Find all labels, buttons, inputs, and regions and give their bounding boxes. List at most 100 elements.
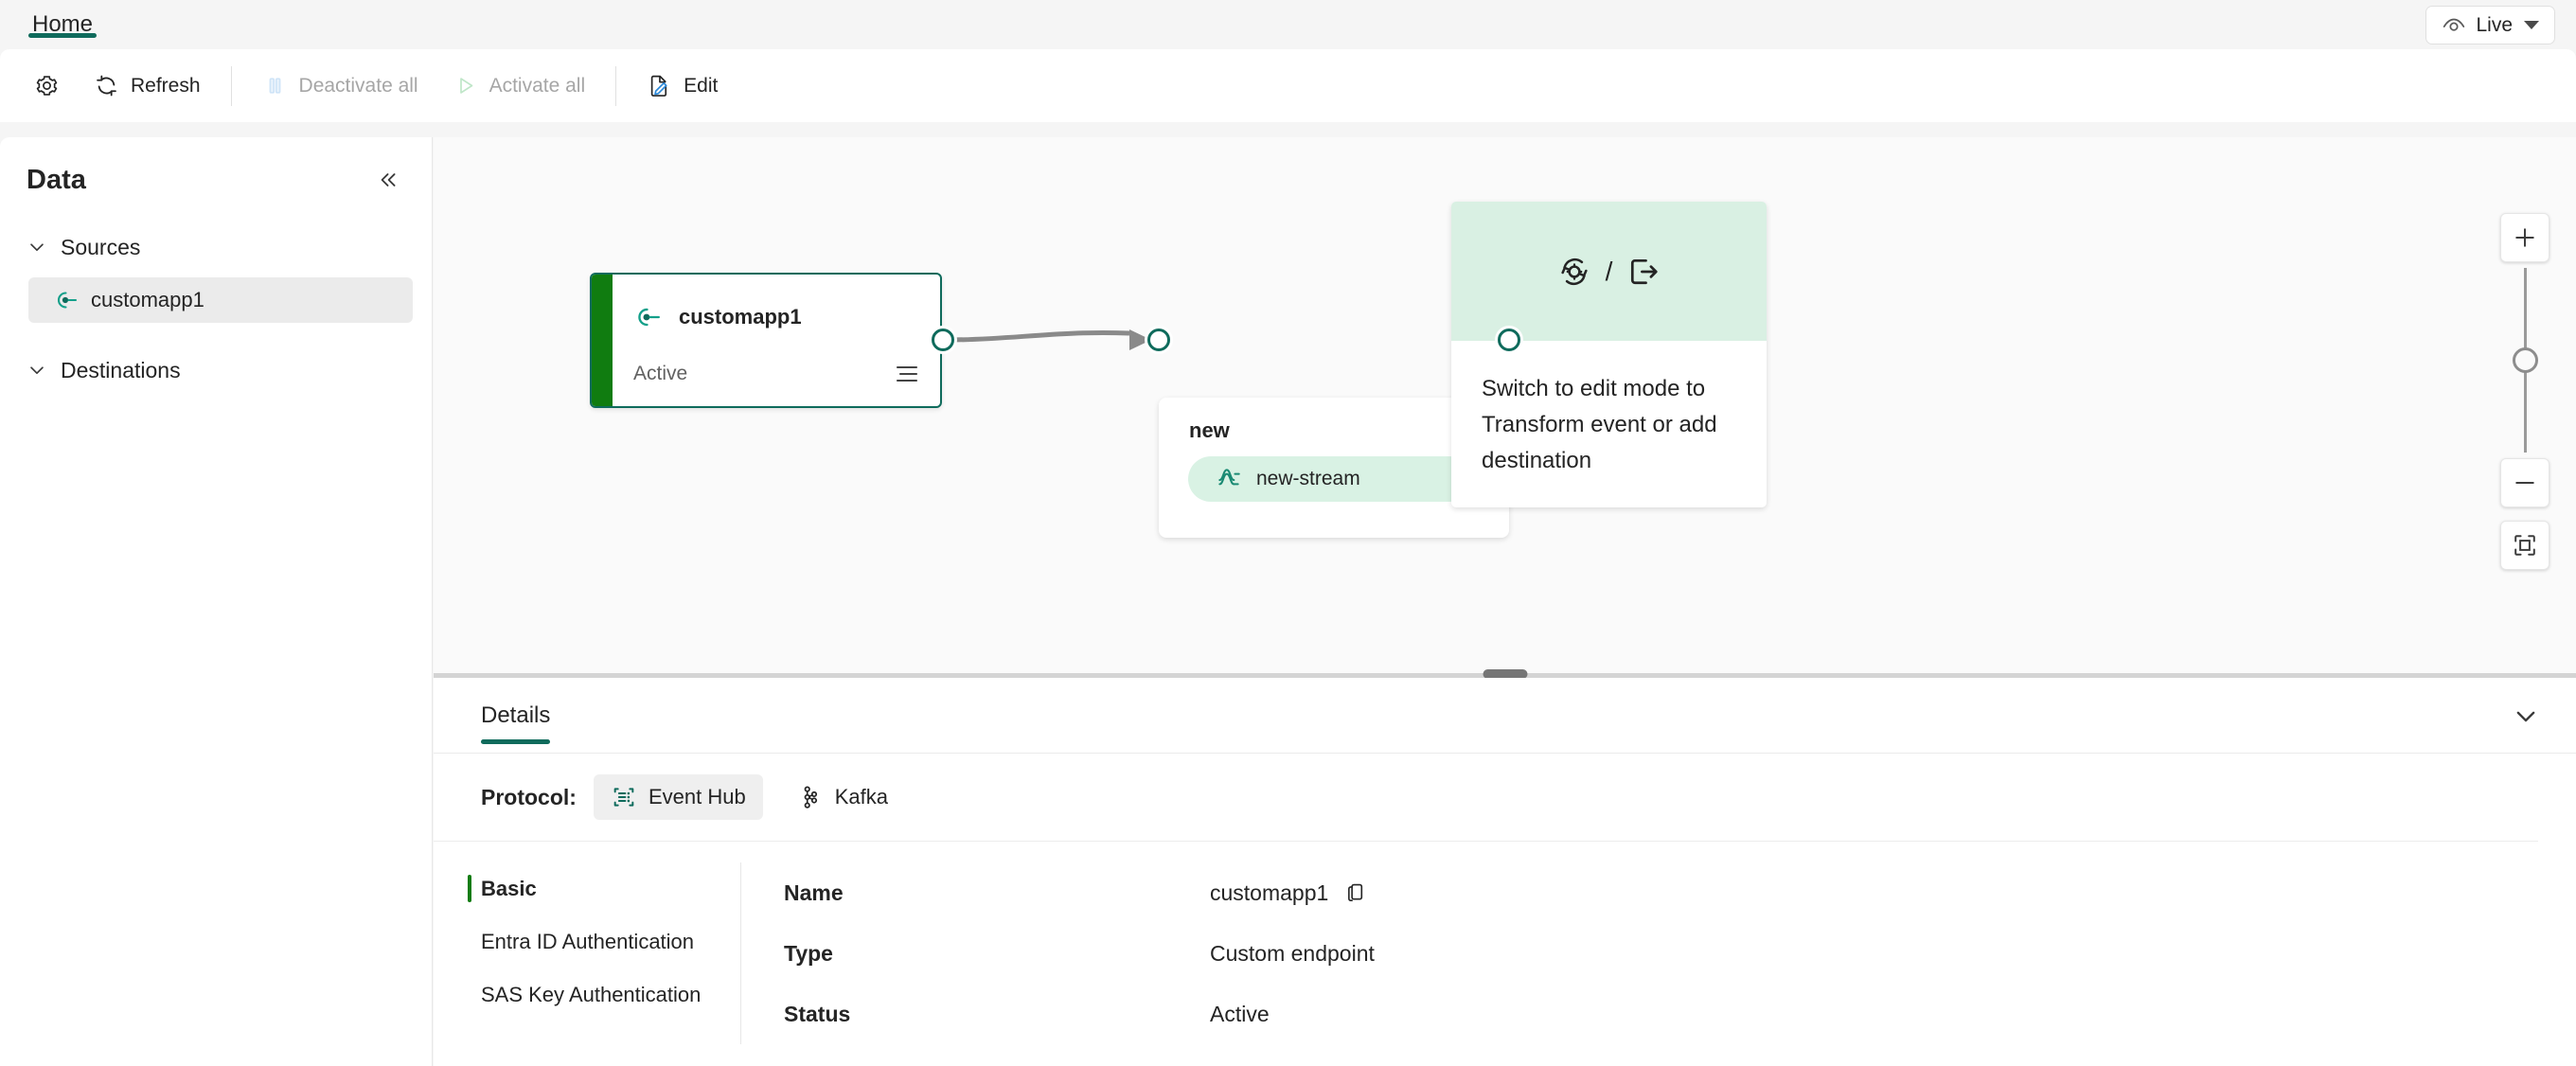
node-source-header: customapp1 [633,303,802,331]
sidebar-title: Data [27,164,86,195]
zoom-out-button[interactable] [2500,458,2549,507]
details-nav-item-sas-key-authentication[interactable]: SAS Key Authentication [481,968,740,1022]
protocol-label: Protocol: [481,784,577,809]
node-source-footer: Active [633,363,919,385]
protocol-option-kafka-label: Kafka [834,785,888,808]
details-field-status-value: Active [1210,1001,1270,1026]
protocol-option-event-hub[interactable]: Event Hub [593,774,763,820]
connection-handle-stream-output[interactable] [1495,326,1523,354]
node-source-title: customapp1 [679,305,802,329]
sidebar-group-sources[interactable]: Sources [0,226,432,268]
plus-icon [2515,228,2534,247]
eventstream-canvas[interactable]: customapp1 Active new new-stream / Switc… [434,137,2576,673]
details-nav-item-entra-id-label: Entra ID Authentication [481,930,695,953]
fit-to-screen-button[interactable] [2500,521,2549,570]
chevron-down-icon [30,243,44,252]
stream-pill-new-stream[interactable]: new-stream [1188,456,1472,502]
details-field-status: Status Active [784,984,2576,1044]
sidebar-header: Data [0,137,432,200]
eye-icon [2443,18,2465,31]
protocol-option-kafka[interactable]: Kafka [780,774,905,820]
chevron-down-icon [30,366,44,375]
copy-icon [1348,883,1363,902]
tab-details[interactable]: Details [481,678,551,754]
details-nav-item-sas-key-label: SAS Key Authentication [481,983,702,1006]
details-field-status-key: Status [784,1001,851,1026]
caret-down-icon [2524,21,2539,29]
connection-handle-stream-input[interactable] [1145,326,1173,354]
details-field-list: Name customapp1 Type Custom endpoint Sta… [741,862,2576,1044]
details-field-type-value: Custom endpoint [1210,940,1375,966]
details-field-type-key: Type [784,940,833,966]
play-icon [459,78,472,94]
hint-separator: / [1605,256,1613,286]
stream-pill-label: new-stream [1256,468,1360,489]
zoom-slider-thumb[interactable] [2513,347,2538,373]
settings-button[interactable] [17,62,77,110]
minus-icon [2515,482,2534,484]
node-active-stripe [592,275,613,406]
custom-endpoint-icon [638,308,660,327]
details-nav: Basic Entra ID Authentication SAS Key Au… [434,862,741,1044]
gear-icon [36,76,58,96]
tab-details-label: Details [481,702,551,728]
protocol-row: Protocol: Event Hub Kafka [434,754,2538,842]
refresh-label: Refresh [131,74,201,97]
hamburger-icon[interactable] [895,364,919,384]
refresh-icon [97,75,116,97]
tab-home-active-indicator [28,33,98,38]
tab-home[interactable]: Home [28,0,98,49]
details-field-name-value-wrap: customapp1 [1210,879,1370,907]
node-source-status: Active [633,363,688,384]
workspace: Data Sources customapp1 Destinations cus… [0,122,2576,1066]
details-header: Details [434,678,2576,754]
deactivate-all-label: Deactivate all [298,74,418,97]
details-nav-item-basic[interactable]: Basic [468,862,740,915]
edit-label: Edit [684,74,719,97]
live-mode-button[interactable]: Live [2425,6,2555,44]
canvas-node-edit-hint[interactable]: / Switch to edit mode to Transform event… [1451,202,1767,507]
details-nav-item-basic-label: Basic [481,877,537,900]
chevron-down-icon [2516,711,2535,721]
details-field-name-value: customapp1 [1210,879,1329,905]
sidebar-item-customapp1-label: customapp1 [91,288,204,311]
connection-handle-source-output[interactable] [929,326,957,354]
details-field-name-key: Name [784,879,844,905]
copy-name-button[interactable] [1341,879,1370,907]
details-panel: Details Protocol: Event Hub Kafka Basic … [434,678,2576,1066]
data-sidebar: Data Sources customapp1 Destinations [0,137,433,1066]
command-bar: Refresh Deactivate all Activate all Edit [0,49,2576,122]
sidebar-collapse-button[interactable] [367,160,407,200]
add-destination-icon [1631,258,1659,284]
sidebar-item-customapp1[interactable]: customapp1 [28,277,413,323]
kafka-icon [804,786,817,808]
chevron-double-left-icon [381,173,396,187]
tab-details-active-indicator [481,738,551,744]
sidebar-group-destinations-label: Destinations [61,357,181,382]
fit-to-screen-icon [2514,535,2535,556]
sidebar-group-destinations[interactable]: Destinations [0,349,432,391]
zoom-in-button[interactable] [2500,213,2549,262]
details-collapse-button[interactable] [2504,694,2548,737]
activate-all-button[interactable]: Activate all [435,62,603,110]
refresh-button[interactable]: Refresh [77,62,218,110]
live-mode-label: Live [2476,13,2513,36]
hint-text: Switch to edit mode to Transform event o… [1482,376,1717,473]
command-separator-1 [230,65,232,106]
details-field-name: Name customapp1 [784,862,2576,923]
event-hub-icon [613,788,634,807]
hint-icon-row: / [1451,202,1767,341]
tab-strip: Home Live [0,0,2576,49]
zoom-slider[interactable] [2500,268,2549,453]
activate-all-label: Activate all [489,74,586,97]
custom-endpoint-icon [58,292,78,309]
canvas-node-source-customapp1[interactable]: customapp1 Active [590,273,942,408]
details-nav-item-entra-id-authentication[interactable]: Entra ID Authentication [481,915,740,968]
zoom-controls [2500,213,2549,570]
command-separator-2 [615,65,617,106]
transform-event-icon [1560,258,1588,285]
deactivate-all-button[interactable]: Deactivate all [245,62,435,110]
sidebar-group-sources-label: Sources [61,234,141,259]
protocol-option-event-hub-label: Event Hub [648,785,746,808]
edit-button[interactable]: Edit [630,62,735,110]
